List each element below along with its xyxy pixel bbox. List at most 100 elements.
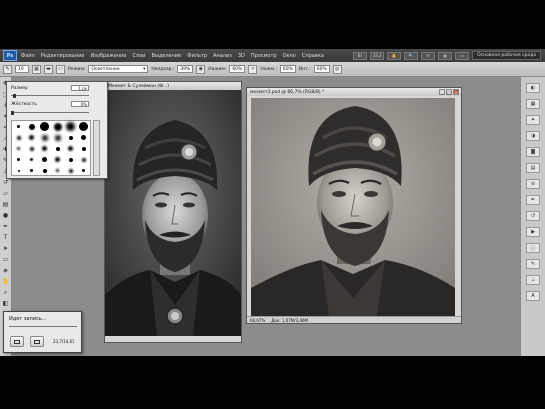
brush-tip[interactable]: [25, 132, 38, 143]
mode-select[interactable]: Осветление ▾: [88, 65, 149, 73]
brush-tip[interactable]: [38, 121, 51, 132]
screen-mode-icon[interactable]: ▭: [455, 51, 470, 60]
brush-tip[interactable]: [77, 165, 90, 176]
pressure-opacity-icon[interactable]: ◉: [196, 64, 206, 74]
bridge-icon[interactable]: Br: [353, 51, 368, 60]
brush-tip[interactable]: [64, 143, 77, 154]
menu-help[interactable]: Справка: [302, 53, 324, 59]
brush-tip[interactable]: [25, 143, 38, 154]
brush-tip[interactable]: [38, 132, 51, 143]
menu-3d[interactable]: 3D: [238, 53, 245, 59]
3d-tool-icon[interactable]: ◈: [1, 266, 10, 275]
brush-hardness-knob[interactable]: [11, 111, 14, 115]
brush-tip[interactable]: [25, 121, 38, 132]
brush-tip[interactable]: [38, 143, 51, 154]
pressure-size-icon[interactable]: ◎: [332, 64, 342, 74]
mode-add-icon[interactable]: ▭: [56, 64, 65, 74]
brush-size-slider[interactable]: [11, 94, 89, 98]
styles-panel-icon[interactable]: ✦: [526, 115, 540, 125]
pressure-field[interactable]: 60%: [229, 65, 246, 73]
dialog-button-right[interactable]: [30, 336, 44, 347]
menu-filter[interactable]: Фильтр: [187, 53, 207, 59]
brush-grid-scrollbar[interactable]: [93, 120, 100, 176]
brush-tip[interactable]: [38, 154, 51, 165]
brush-tip[interactable]: [25, 154, 38, 165]
dialog-button-left[interactable]: [10, 336, 24, 347]
zoom-level[interactable]: 33,3: [370, 51, 385, 60]
brush-tip[interactable]: [12, 154, 25, 165]
brush-tip[interactable]: [25, 165, 38, 176]
brush-size-knob[interactable]: [13, 94, 16, 98]
mode-normal-icon[interactable]: ▬: [44, 64, 53, 74]
pen-tool-icon[interactable]: ✒: [1, 222, 10, 231]
history-brush-tool-icon[interactable]: ↺: [1, 178, 10, 187]
tool-preset-icon[interactable]: ✎: [3, 64, 12, 74]
status-zoom[interactable]: 66,67%: [250, 318, 265, 323]
brush-tip[interactable]: [12, 143, 25, 154]
brush-hardness-input[interactable]: 0%: [71, 101, 89, 107]
brush-tip[interactable]: [38, 165, 51, 176]
menu-view[interactable]: Просмотр: [251, 53, 277, 59]
brush-size-field[interactable]: 10: [15, 65, 29, 73]
history-panel-icon[interactable]: ↺: [526, 211, 540, 221]
color-swatch-icon[interactable]: ◧: [1, 299, 10, 308]
brush-tip[interactable]: [64, 132, 77, 143]
shape-tool-icon[interactable]: ▭: [1, 255, 10, 264]
character-panel-icon[interactable]: A: [526, 291, 540, 301]
maximize-icon[interactable]: □: [446, 89, 452, 95]
menu-file[interactable]: Файл: [21, 53, 35, 59]
eraser-tool-icon[interactable]: ▱: [1, 189, 10, 198]
info-panel-icon[interactable]: ⓘ: [526, 243, 540, 253]
adjustments-panel-icon[interactable]: ◑: [526, 131, 540, 141]
flow-field[interactable]: 60%: [279, 65, 296, 73]
masks-panel-icon[interactable]: ◙: [526, 147, 540, 157]
menu-edit[interactable]: Редактирование: [41, 53, 85, 59]
hand-icon[interactable]: ✋: [387, 51, 402, 60]
brush-tip[interactable]: [51, 143, 64, 154]
photo-canvas-painted[interactable]: [251, 98, 455, 316]
menu-window[interactable]: Окно: [283, 53, 296, 59]
brush-tip[interactable]: [12, 121, 25, 132]
brush-size-input[interactable]: 1 px: [71, 85, 89, 91]
brush-tip[interactable]: [77, 132, 90, 143]
menu-select[interactable]: Выделение: [151, 53, 181, 59]
clone-source-panel-icon[interactable]: ⊥: [526, 275, 540, 285]
brush-tip[interactable]: [77, 143, 90, 154]
document-title-painted[interactable]: мехмет3.psd @ 66,7% (RGB/8) *: [247, 88, 461, 96]
brush-tip[interactable]: [77, 154, 90, 165]
document-window-original[interactable]: Мехмет & Сулейман (Ф...): [104, 81, 242, 343]
brush-hardness-slider[interactable]: [11, 111, 89, 115]
document-window-painted[interactable]: мехмет3.psd @ 66,7% (RGB/8) * _ □ × 66,6…: [246, 87, 462, 324]
channels-panel-icon[interactable]: ≡: [526, 179, 540, 189]
grid-icon[interactable]: ▦: [438, 51, 453, 60]
swatches-panel-icon[interactable]: ▦: [526, 99, 540, 109]
path-select-tool-icon[interactable]: ➤: [1, 244, 10, 253]
brush-tip[interactable]: [51, 154, 64, 165]
close-icon[interactable]: ×: [453, 89, 459, 95]
document-title[interactable]: Мехмет & Сулейман (Ф...): [105, 82, 241, 90]
type-tool-icon[interactable]: T: [1, 233, 10, 242]
color-panel-icon[interactable]: ◐: [526, 83, 540, 93]
photo-canvas-original[interactable]: [105, 90, 241, 336]
brush-tip[interactable]: [64, 121, 77, 132]
paths-panel-icon[interactable]: ✒: [526, 195, 540, 205]
hand-tool-icon[interactable]: ✋: [1, 277, 10, 286]
brush-tip[interactable]: [64, 165, 77, 176]
zoom-tool-icon[interactable]: ⌕: [1, 288, 10, 297]
strength-field[interactable]: 60%: [313, 65, 330, 73]
airbrush-icon[interactable]: ✧: [248, 64, 258, 74]
brush-panel-toggle-icon[interactable]: ▦: [32, 64, 41, 74]
brush-tip[interactable]: [77, 121, 90, 132]
brushes-panel-icon[interactable]: ✎: [526, 259, 540, 269]
minimize-icon[interactable]: _: [439, 89, 445, 95]
brush-tip[interactable]: [64, 154, 77, 165]
layers-panel-icon[interactable]: ▤: [526, 163, 540, 173]
rotate-icon[interactable]: ⟳: [421, 51, 436, 60]
gradient-tool-icon[interactable]: ▤: [1, 200, 10, 209]
menu-layers[interactable]: Слои: [132, 53, 145, 59]
actions-panel-icon[interactable]: ▶: [526, 227, 540, 237]
menu-image[interactable]: Изображение: [90, 53, 126, 59]
brush-tip[interactable]: [51, 121, 64, 132]
menu-analysis[interactable]: Анализ: [213, 53, 232, 59]
brush-tip[interactable]: [51, 165, 64, 176]
